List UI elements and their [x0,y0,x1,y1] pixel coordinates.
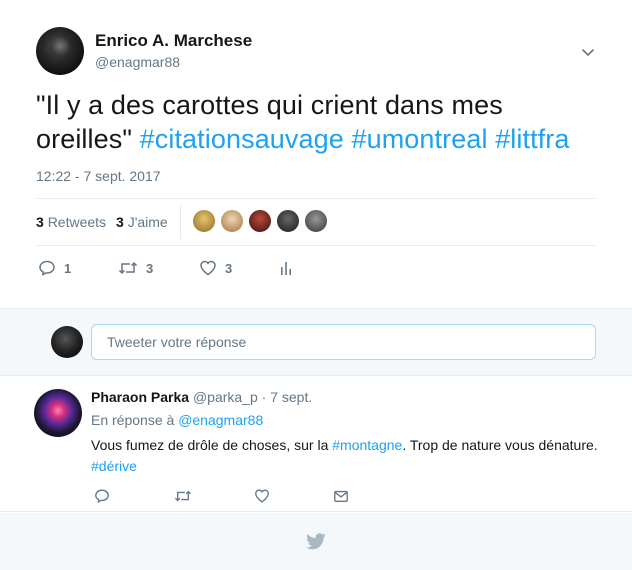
hashtag-link[interactable]: #littfra [495,124,569,154]
reply-text: Vous fumez de drôle de choses, sur la #m… [91,435,611,477]
reply-count: 1 [64,260,72,276]
tweet-timestamp[interactable]: 12:22 - 7 sept. 2017 [36,168,161,184]
reply-icon [39,260,55,276]
stats-divider-bottom [36,245,596,246]
reply-button[interactable]: 1 [38,258,71,278]
like-icon[interactable] [254,488,270,504]
tweet-text: "Il y a des carottes qui crient dans mes… [36,88,606,156]
stats-divider-top [36,198,596,199]
reply-date[interactable]: · 7 sept. [262,389,313,405]
hashtag-link[interactable]: #citationsauvage [140,124,344,154]
reply-author-handle[interactable]: @parka_p [193,389,258,405]
liker-avatar[interactable] [248,209,272,233]
retweet-icon [118,261,138,275]
hashtag-link[interactable]: #montagne [332,437,402,453]
retweets-stat[interactable]: 3 Retweets [36,214,106,230]
reply-author-avatar[interactable] [34,389,82,437]
reply-author-name[interactable]: Pharaon Parka [91,389,189,405]
author-handle[interactable]: @enagmar88 [95,54,180,70]
author-name[interactable]: Enrico A. Marchese [95,31,252,51]
liker-avatar[interactable] [220,209,244,233]
like-button[interactable]: 3 [199,258,232,278]
reply-icon[interactable] [94,488,110,504]
retweet-icon[interactable] [174,488,192,504]
analytics-button[interactable] [279,258,293,278]
reply-tweet[interactable]: Pharaon Parka @parka_p · 7 sept. En répo… [0,376,632,512]
main-tweet: Enrico A. Marchese @enagmar88 "Il y a de… [0,0,632,308]
reply-text-after: . Trop de nature vous dénature. [402,437,598,453]
retweets-count: 3 [36,214,44,230]
reply-input[interactable]: Tweeter votre réponse [91,324,596,360]
retweets-label: Retweets [47,214,107,230]
footer [0,513,632,570]
message-icon[interactable] [333,488,349,504]
likes-count: 3 [116,214,124,230]
author-avatar[interactable] [36,27,84,75]
liker-avatar[interactable] [276,209,300,233]
in-reply-prefix: En réponse à [91,412,175,428]
twitter-bird-icon [306,533,326,550]
liker-avatar[interactable] [304,209,328,233]
retweet-count: 3 [146,260,154,276]
in-reply-to: En réponse à @enagmar88 [91,412,263,428]
like-count: 3 [225,260,233,276]
analytics-icon [281,262,291,275]
stats-separator [180,204,181,239]
likes-stat[interactable]: 3 J'aime [116,214,168,230]
reply-header: Pharaon Parka @parka_p · 7 sept. [91,389,312,405]
reply-text-before: Vous fumez de drôle de choses, sur la [91,437,333,453]
current-user-avatar [51,326,83,358]
hashtag-link[interactable]: #umontreal [351,124,487,154]
like-icon [200,260,216,276]
hashtag-link[interactable]: #dérive [91,458,137,474]
retweet-button[interactable]: 3 [118,258,153,278]
reply-composer: Tweeter votre réponse [0,308,632,376]
liker-avatar[interactable] [192,209,216,233]
in-reply-handle-link[interactable]: @enagmar88 [178,412,263,428]
chevron-down-icon[interactable] [580,44,596,60]
likes-label: J'aime [127,214,168,230]
